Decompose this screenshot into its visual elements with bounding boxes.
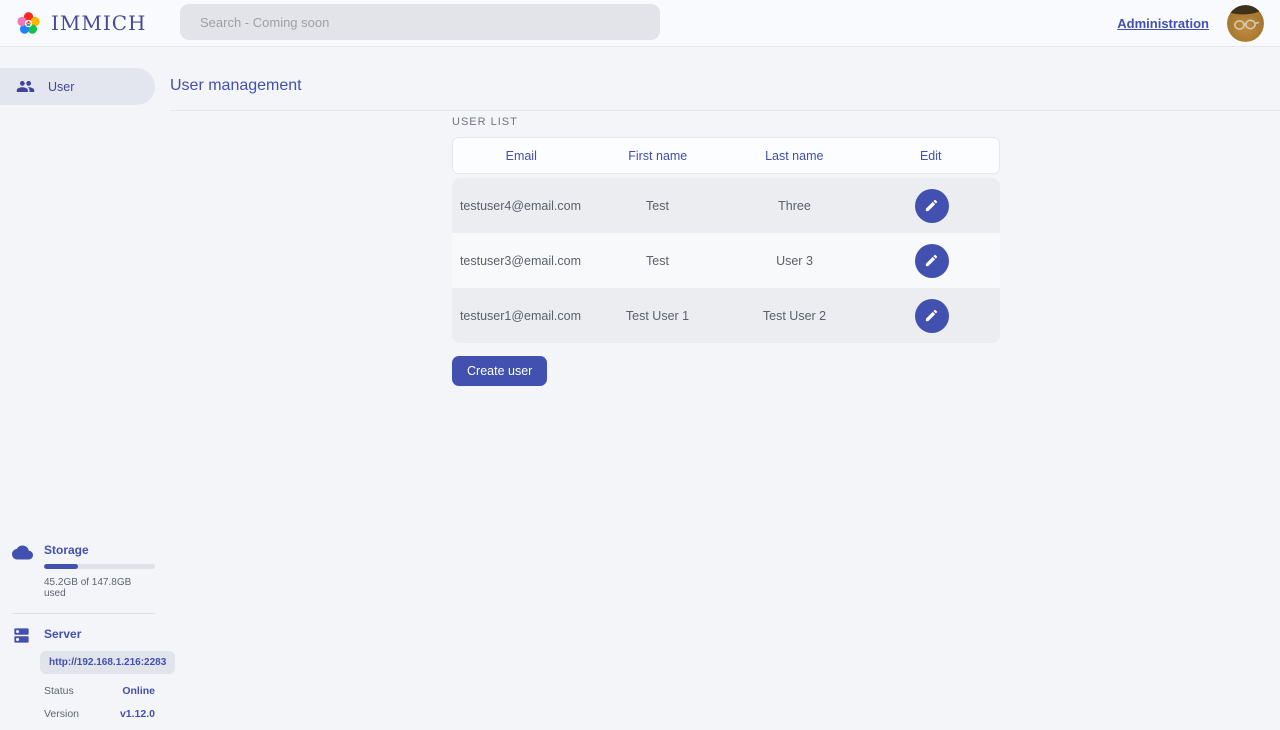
pencil-icon (924, 308, 939, 323)
user-list-panel: USER LIST Email First name Last name Edi… (452, 116, 1000, 386)
sidebar-divider (12, 613, 155, 614)
main-content: User management USER LIST Email First na… (155, 47, 1280, 730)
column-header-last-name: Last name (726, 149, 863, 163)
user-email: testuser1@email.com (452, 309, 589, 323)
sidebar-item-user-label: User (48, 80, 74, 94)
status-value: Online (122, 685, 155, 697)
search-input[interactable] (180, 4, 660, 40)
title-divider (170, 110, 1280, 111)
user-first-name: Test User 1 (589, 309, 726, 323)
immich-admin-page: { "header": { "logo_text": "IMMICH", "se… (0, 0, 1280, 730)
edit-user-button[interactable] (915, 189, 949, 223)
table-row: testuser4@email.com Test Three (452, 178, 1000, 233)
version-label: Version (44, 708, 79, 720)
server-status-row: Status Online (44, 685, 155, 697)
storage-title: Storage (44, 543, 155, 557)
server-version-row: Version v1.12.0 (44, 708, 155, 720)
user-first-name: Test (589, 199, 726, 213)
user-email: testuser3@email.com (452, 254, 589, 268)
storage-usage-text: 45.2GB of 147.8GB used (44, 577, 155, 599)
edit-user-button[interactable] (915, 299, 949, 333)
server-section: Server http://192.168.1.216:2283 Status … (0, 627, 155, 720)
user-table-body: testuser4@email.com Test Three testuser3… (452, 178, 1000, 343)
user-email: testuser4@email.com (452, 199, 589, 213)
table-row: testuser3@email.com Test User 3 (452, 233, 1000, 288)
app-logo[interactable]: IMMICH (0, 10, 165, 37)
edit-user-button[interactable] (915, 244, 949, 278)
cloud-icon (12, 542, 33, 568)
server-title: Server (44, 627, 155, 641)
storage-section: Storage 45.2GB of 147.8GB used (0, 543, 155, 599)
storage-progress-fill (44, 564, 78, 569)
column-header-first-name: First name (590, 149, 727, 163)
user-last-name: Three (726, 199, 863, 213)
column-header-edit: Edit (863, 149, 1000, 163)
user-avatar[interactable] (1227, 5, 1264, 42)
user-last-name: User 3 (726, 254, 863, 268)
pencil-icon (924, 253, 939, 268)
version-value: v1.12.0 (120, 708, 155, 720)
user-first-name: Test (589, 254, 726, 268)
server-icon (12, 626, 31, 650)
page-title: User management (170, 77, 1280, 95)
user-list-label: USER LIST (452, 116, 1000, 128)
user-last-name: Test User 2 (726, 309, 863, 323)
create-user-button[interactable]: Create user (452, 356, 547, 386)
storage-progress-bar (44, 564, 155, 569)
immich-logo-icon (15, 10, 42, 37)
users-icon (16, 77, 35, 96)
user-table-header: Email First name Last name Edit (452, 137, 1000, 174)
column-header-email: Email (453, 149, 590, 163)
app-logo-text: IMMICH (51, 11, 147, 35)
sidebar: User Storage 45.2GB of 147.8GB used (0, 47, 155, 730)
pencil-icon (924, 198, 939, 213)
status-label: Status (44, 685, 74, 697)
administration-link[interactable]: Administration (1117, 16, 1209, 31)
sidebar-item-user[interactable]: User (0, 68, 155, 105)
table-row: testuser1@email.com Test User 1 Test Use… (452, 288, 1000, 343)
top-navbar: IMMICH Administration (0, 0, 1280, 47)
